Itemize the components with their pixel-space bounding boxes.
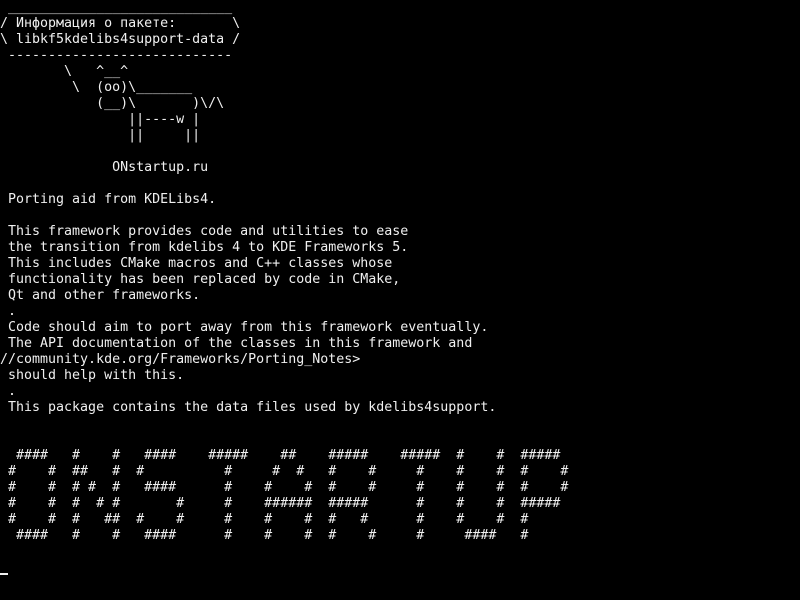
- site-label: ONstartup.ru: [0, 160, 209, 175]
- ascii-banner: #### # # #### ##### ## ##### ##### # # #…: [8, 448, 569, 543]
- terminal-screen[interactable]: ____________________________ / Информаци…: [0, 0, 800, 600]
- cow-ascii-art: \ ^__^ \ (oo)\_______ (__)\ )\/\ ||----w…: [64, 64, 225, 143]
- cowsay-speech-bubble: ____________________________ / Информаци…: [0, 0, 241, 63]
- terminal-cursor: [0, 573, 8, 575]
- package-description: Porting aid from KDELibs4. This framewor…: [0, 192, 497, 415]
- cowsay-output: ____________________________ / Информаци…: [0, 0, 240, 176]
